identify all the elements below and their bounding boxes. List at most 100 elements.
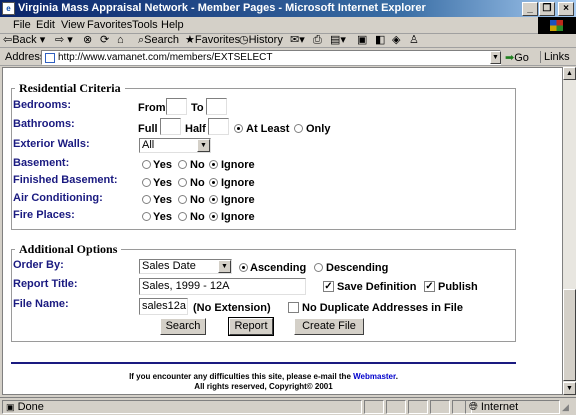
address-label: Address xyxy=(5,51,46,63)
air-conditioning-ignore-radio[interactable] xyxy=(209,195,218,204)
finished-basement-ignore-label: Ignore xyxy=(221,177,255,189)
fire-places-ignore-radio[interactable] xyxy=(209,212,218,221)
status-panel-5 xyxy=(430,400,450,414)
resize-grip-icon[interactable]: ◢ xyxy=(562,402,569,413)
basement-ignore-label: Ignore xyxy=(221,159,255,171)
vertical-scrollbar[interactable]: ▲ ▼ xyxy=(563,67,576,395)
messenger-icon[interactable]: ◧ xyxy=(375,34,385,47)
finished-basement-yes-radio[interactable] xyxy=(142,178,151,187)
bathrooms-at-least-label: At Least xyxy=(246,123,290,135)
publish-checkbox[interactable]: ✓ xyxy=(424,281,435,292)
links-button[interactable]: Links xyxy=(540,51,570,63)
edit-icon[interactable]: ▤▾ xyxy=(330,34,346,47)
address-input[interactable]: http://www.vamanet.com/members/EXTSELECT xyxy=(41,50,501,65)
basement-yes-radio[interactable] xyxy=(142,160,151,169)
bathrooms-only-label: Only xyxy=(306,123,331,135)
discuss-icon[interactable]: ▣ xyxy=(357,34,367,47)
fire-places-ignore-label: Ignore xyxy=(221,211,255,223)
history-icon: ◷ xyxy=(239,34,249,46)
forward-button[interactable]: ⇨ ▾ xyxy=(55,34,73,47)
toolbar: ⇦Back ▾ ⇨ ▾ ⊗ ⟳ ⌂ ⌕Search ★Favorites ◷Hi… xyxy=(0,34,576,48)
search-button[interactable]: ⌕Search xyxy=(138,34,179,47)
fire-places-no-radio[interactable] xyxy=(178,212,187,221)
report-title-label: Report Title: xyxy=(13,278,78,290)
report-title-input[interactable]: Sales, 1999 - 12A xyxy=(139,278,306,295)
restore-button[interactable]: ❐ xyxy=(539,2,555,16)
basement-yes-label: Yes xyxy=(153,159,172,171)
go-button[interactable]: ➡Go xyxy=(505,51,529,64)
menu-view[interactable]: View xyxy=(61,18,85,33)
back-button[interactable]: ⇦Back ▾ xyxy=(3,34,45,47)
menu-help[interactable]: Help xyxy=(161,18,184,33)
finished-basement-no-radio[interactable] xyxy=(178,178,187,187)
menu-tools[interactable]: Tools xyxy=(132,18,158,33)
back-arrow-icon: ⇦ xyxy=(3,34,13,46)
air-conditioning-ignore-label: Ignore xyxy=(221,194,255,206)
close-button[interactable]: × xyxy=(558,2,574,16)
bathrooms-half-input[interactable] xyxy=(208,118,229,135)
mail-icon[interactable]: ✉▾ xyxy=(290,34,305,47)
refresh-icon[interactable]: ⟳ xyxy=(100,34,109,47)
menu-file[interactable]: File xyxy=(13,18,31,33)
no-duplicates-checkbox[interactable] xyxy=(288,302,299,313)
footer-text: If you encounter any difficulties this s… xyxy=(129,372,351,381)
stop-icon[interactable]: ⊗ xyxy=(83,34,92,47)
favorites-button[interactable]: ★Favorites xyxy=(185,34,240,47)
search-form-button[interactable]: Search xyxy=(160,318,206,335)
report-button[interactable]: Report xyxy=(228,317,274,336)
air-conditioning-no-label: No xyxy=(190,194,205,206)
chevron-down-icon: ▼ xyxy=(197,139,210,152)
basement-no-radio[interactable] xyxy=(178,160,187,169)
fire-places-no-label: No xyxy=(190,211,205,223)
order-by-label: Order By: xyxy=(13,259,64,271)
fire-places-yes-radio[interactable] xyxy=(142,212,151,221)
ascending-radio[interactable] xyxy=(239,263,248,272)
status-panel-4 xyxy=(408,400,428,414)
basement-ignore-radio[interactable] xyxy=(209,160,218,169)
fire-places-label: Fire Places: xyxy=(13,209,75,221)
history-label: History xyxy=(248,34,283,46)
scrollbar-thumb[interactable] xyxy=(563,289,576,381)
bathrooms-at-least-radio[interactable] xyxy=(234,124,243,133)
bathrooms-only-radio[interactable] xyxy=(294,124,303,133)
address-dropdown-button[interactable]: ▼ xyxy=(490,51,501,64)
create-file-button[interactable]: Create File xyxy=(294,318,364,335)
footer-period: . xyxy=(395,372,398,381)
status-bar: ▣ Done 🌐︎ Internet ◢ xyxy=(0,397,576,415)
fire-places-yes-label: Yes xyxy=(153,211,172,223)
print-icon[interactable]: ⎙ xyxy=(313,34,322,47)
order-by-select[interactable]: Sales Date ▼ xyxy=(139,259,232,274)
bathrooms-full-input[interactable] xyxy=(160,118,181,135)
bedrooms-from-label: From xyxy=(138,102,166,114)
publish-label: Publish xyxy=(438,281,478,293)
scroll-up-icon[interactable]: ▲ xyxy=(563,67,576,80)
window-title: Virginia Mass Appraisal Network - Member… xyxy=(18,2,426,14)
menu-favorites[interactable]: Favorites xyxy=(87,18,132,33)
save-definition-checkbox[interactable]: ✓ xyxy=(323,281,334,292)
bedrooms-to-label: To xyxy=(191,102,204,114)
additional-options-legend: Additional Options xyxy=(19,242,118,256)
webmaster-link[interactable]: Webmaster xyxy=(353,372,396,381)
user-icon[interactable]: ♙ xyxy=(409,34,419,47)
scroll-down-icon[interactable]: ▼ xyxy=(563,382,576,395)
bedrooms-from-input[interactable] xyxy=(166,98,187,115)
status-text-panel: ▣ Done xyxy=(2,400,362,414)
exterior-walls-select[interactable]: All ▼ xyxy=(139,138,211,153)
bedrooms-to-input[interactable] xyxy=(206,98,227,115)
menu-edit[interactable]: Edit xyxy=(36,18,55,33)
order-by-value: Sales Date xyxy=(142,260,196,272)
descending-radio[interactable] xyxy=(314,263,323,272)
research-icon[interactable]: ◈ xyxy=(392,34,400,47)
minimize-button[interactable]: _ xyxy=(522,2,538,16)
air-conditioning-no-radio[interactable] xyxy=(178,195,187,204)
page-content: Residential Criteria Bedrooms: From To B… xyxy=(2,67,563,395)
footer-divider xyxy=(11,362,516,364)
bathrooms-full-label: Full xyxy=(138,123,158,135)
air-conditioning-yes-radio[interactable] xyxy=(142,195,151,204)
finished-basement-ignore-radio[interactable] xyxy=(209,178,218,187)
file-name-input[interactable]: sales12a xyxy=(139,298,188,315)
exterior-walls-value: All xyxy=(142,139,155,151)
home-icon[interactable]: ⌂ xyxy=(117,34,124,47)
history-button[interactable]: ◷History xyxy=(239,34,283,47)
status-text: Done xyxy=(17,401,44,413)
